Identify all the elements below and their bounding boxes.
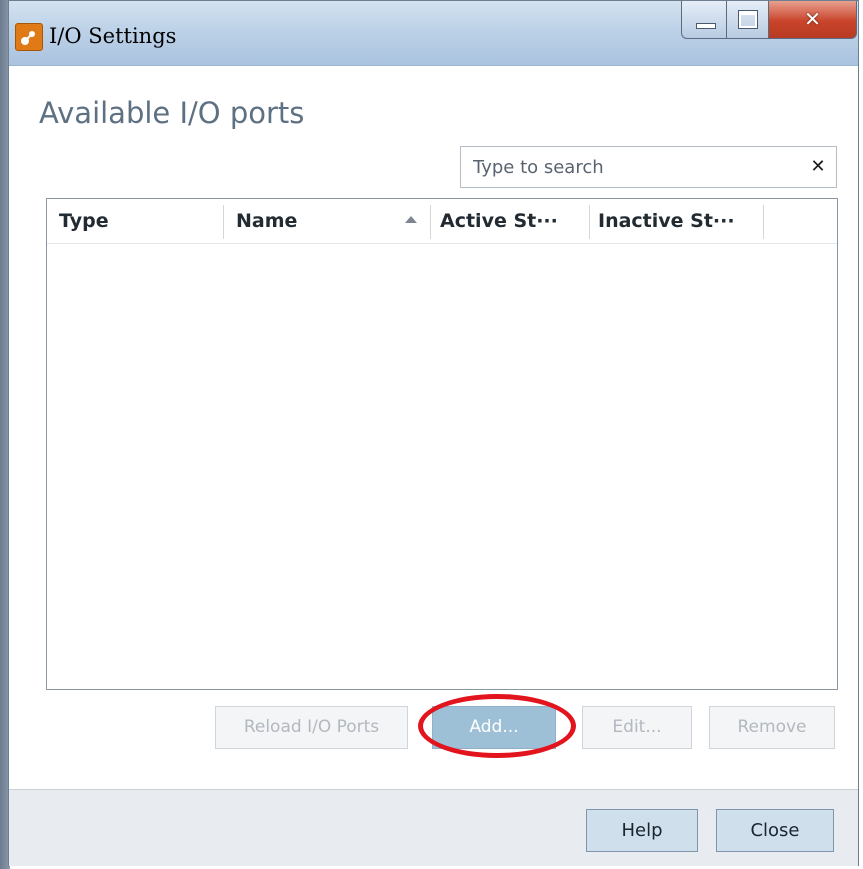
table-body[interactable] <box>47 243 837 689</box>
window-close-button[interactable]: ✕ <box>769 1 857 39</box>
close-button[interactable]: Close <box>716 809 834 852</box>
column-header-name-label: Name <box>236 210 298 232</box>
minimize-button[interactable] <box>681 1 727 39</box>
column-header-inactive-state[interactable]: Inactive St··· <box>590 199 763 243</box>
page-title: Available I/O ports <box>39 96 305 130</box>
table-header: Type Name Active St··· Inactive St··· <box>47 199 837 244</box>
window-title: I/O Settings <box>49 24 177 48</box>
add-button[interactable]: Add... <box>432 706 556 749</box>
remove-button[interactable]: Remove <box>709 706 835 749</box>
minimize-icon <box>696 23 716 29</box>
column-header-type[interactable]: Type <box>47 199 223 243</box>
close-icon: ✕ <box>804 7 821 31</box>
column-divider[interactable] <box>763 205 764 239</box>
dialog-footer: Help Close <box>9 789 858 866</box>
sort-ascending-icon <box>405 216 417 223</box>
title-bar[interactable]: I/O Settings ✕ <box>9 1 858 66</box>
search-input[interactable] <box>461 147 791 187</box>
search-box: ✕ <box>460 146 837 188</box>
edit-button[interactable]: Edit... <box>582 706 692 749</box>
window-controls: ✕ <box>681 1 857 39</box>
maximize-icon <box>738 10 758 29</box>
search-clear-icon[interactable]: ✕ <box>806 155 830 179</box>
app-icon <box>15 23 43 51</box>
io-ports-table: Type Name Active St··· Inactive St··· <box>46 198 838 690</box>
reload-io-ports-button[interactable]: Reload I/O Ports <box>215 706 408 749</box>
help-button[interactable]: Help <box>586 809 698 852</box>
column-header-name[interactable]: Name <box>224 199 430 243</box>
column-header-active-state[interactable]: Active St··· <box>431 199 589 243</box>
io-settings-window: I/O Settings ✕ Available I/O ports ✕ Typ… <box>8 0 859 866</box>
maximize-button[interactable] <box>727 1 769 39</box>
